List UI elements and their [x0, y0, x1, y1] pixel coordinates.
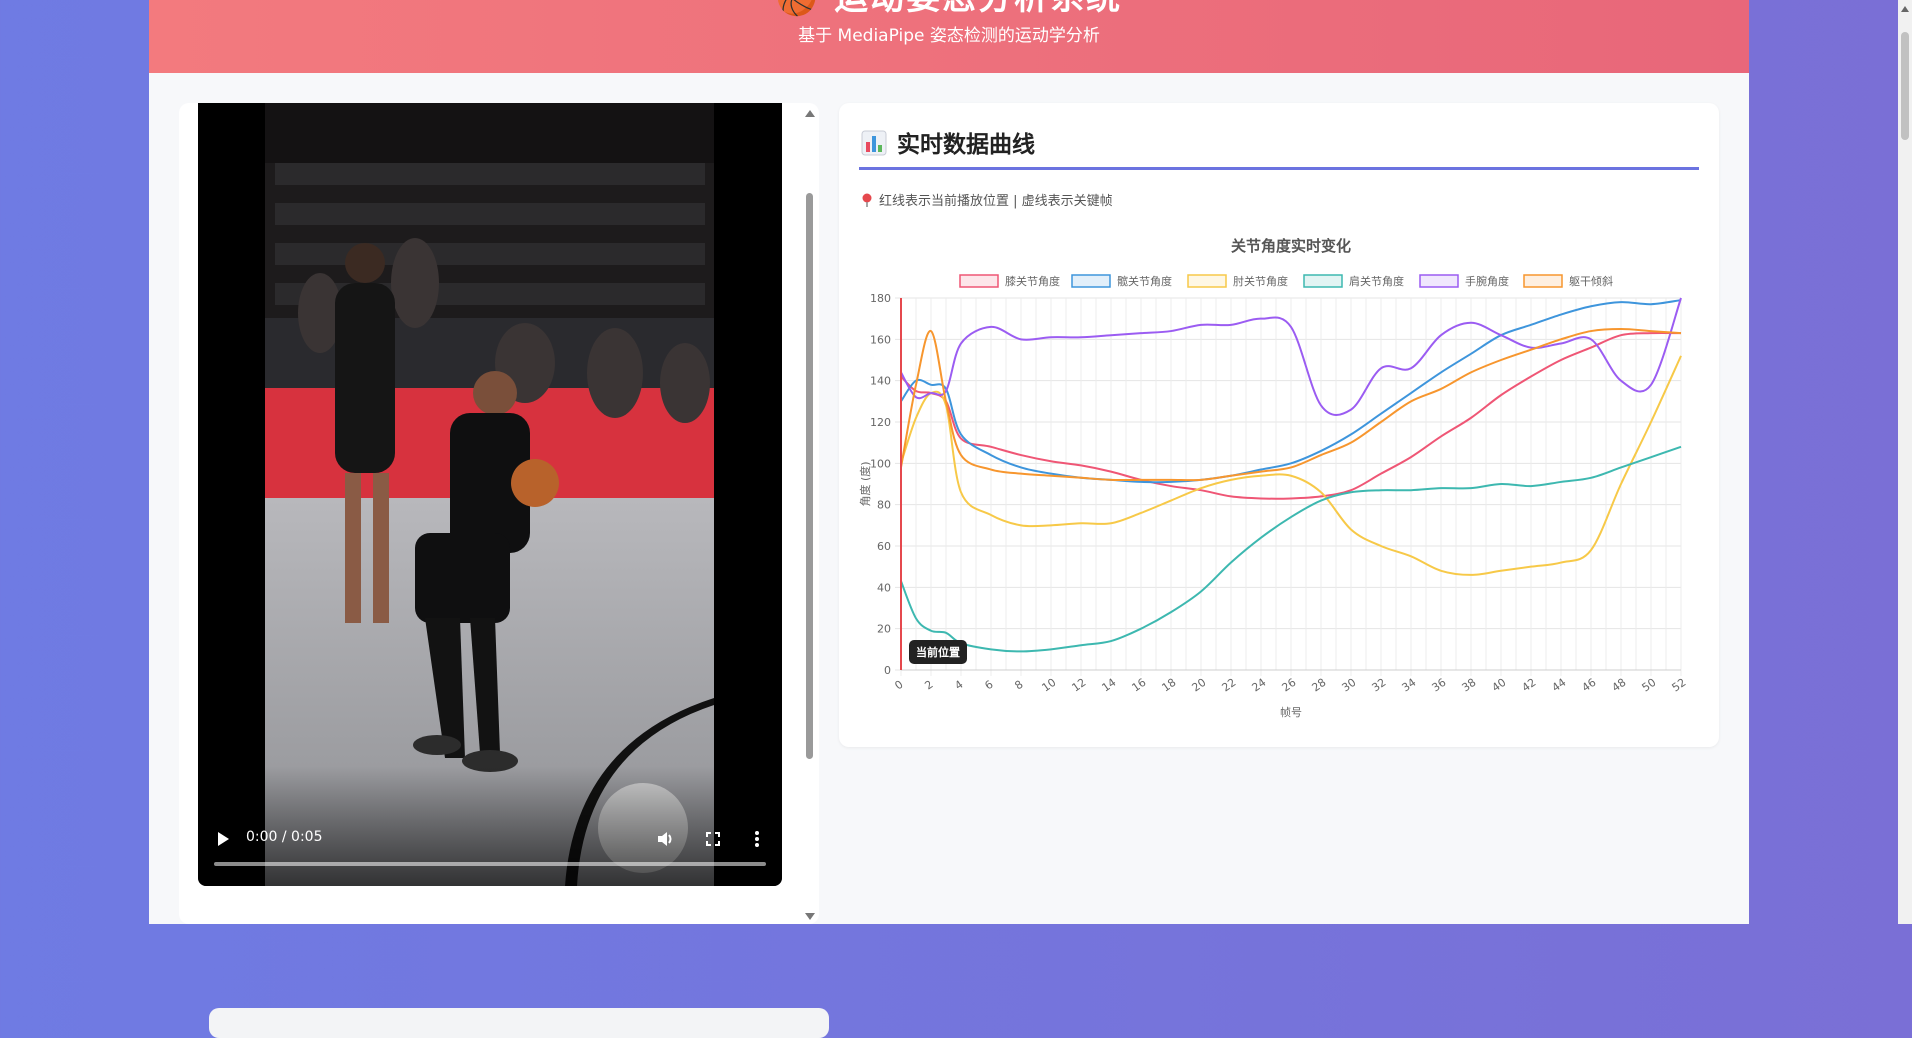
- video-panel: 0:00 / 0:05: [179, 103, 829, 1038]
- y-axis-label: 角度 (度): [858, 461, 872, 506]
- more-options-icon[interactable]: [754, 831, 760, 851]
- legend-swatch: [1523, 274, 1563, 288]
- legend-swatch: [1303, 274, 1343, 288]
- legend-label: 肘关节角度: [1233, 274, 1288, 288]
- fullscreen-icon[interactable]: [706, 832, 720, 850]
- y-tick-label: 40: [877, 581, 891, 594]
- play-icon[interactable]: [216, 831, 230, 851]
- x-tick-label: 2: [922, 678, 935, 693]
- page-subtitle: 基于 MediaPipe 姿态检测的运动学分析: [798, 26, 1100, 46]
- left-panel-scrollbar[interactable]: [803, 108, 815, 924]
- legend-swatch: [1187, 274, 1227, 288]
- x-tick-label: 30: [1340, 676, 1359, 695]
- x-tick-label: 0: [892, 678, 905, 693]
- page-scroll-thumb[interactable]: [1901, 32, 1909, 140]
- x-tick-label: 24: [1250, 676, 1269, 695]
- x-tick-label: 42: [1520, 676, 1539, 695]
- y-tick-label: 80: [877, 499, 891, 512]
- y-tick-label: 100: [870, 457, 891, 470]
- x-tick-label: 4: [952, 678, 965, 693]
- x-tick-label: 46: [1580, 676, 1599, 695]
- y-tick-label: 120: [870, 416, 891, 429]
- x-tick-label: 40: [1490, 676, 1509, 695]
- scroll-up-arrow-icon[interactable]: [805, 110, 815, 117]
- next-panel: [209, 1008, 829, 1038]
- page-header: 🏀 运动姿态分析系统 基于 MediaPipe 姿态检测的运动学分析: [149, 0, 1749, 73]
- legend-swatch: [1419, 274, 1459, 288]
- video-player[interactable]: 0:00 / 0:05: [198, 103, 782, 886]
- legend-label: 肩关节角度: [1349, 274, 1404, 288]
- x-tick-label: 38: [1460, 676, 1479, 695]
- x-tick-label: 52: [1670, 676, 1689, 695]
- x-tick-label: 34: [1400, 676, 1419, 695]
- x-tick-label: 32: [1370, 676, 1389, 695]
- video-controls-bar: [198, 766, 782, 886]
- angle-chart: 关节角度实时变化膝关节角度 髋关节角度 肘关节角度 肩关节角度 手腕角度 躯干倾斜0204…: [858, 237, 1689, 719]
- volume-icon[interactable]: [657, 831, 675, 851]
- x-tick-label: 36: [1430, 676, 1449, 695]
- page-scroll-up-icon[interactable]: [1901, 6, 1909, 12]
- y-tick-label: 180: [870, 292, 891, 305]
- scroll-down-arrow-icon[interactable]: [805, 913, 815, 920]
- x-tick-label: 50: [1640, 676, 1659, 695]
- page-scrollbar[interactable]: [1898, 0, 1912, 924]
- video-time: 0:00 / 0:05: [246, 829, 323, 845]
- x-tick-label: 6: [982, 678, 995, 693]
- x-tick-label: 26: [1280, 676, 1299, 695]
- y-tick-label: 0: [884, 664, 891, 677]
- x-tick-label: 16: [1130, 676, 1149, 695]
- legend-label: 膝关节角度: [1005, 274, 1060, 288]
- y-tick-label: 60: [877, 540, 891, 553]
- chart-panel: 实时数据曲线 红线表示当前播放位置 | 虚线表示关键帧 关节角度实时变化 膝关节角…: [839, 103, 1719, 747]
- x-axis-label: 帧号: [1280, 705, 1302, 719]
- video-progress-bar[interactable]: [214, 862, 766, 866]
- x-tick-label: 8: [1012, 678, 1025, 693]
- x-tick-label: 44: [1550, 676, 1569, 695]
- legend-swatch: [1071, 274, 1111, 288]
- x-tick-label: 28: [1310, 676, 1329, 695]
- legend-label: 手腕角度: [1465, 274, 1509, 288]
- legend-swatch: [959, 274, 999, 288]
- x-tick-label: 48: [1610, 676, 1629, 695]
- page-title: 🏀 运动姿态分析系统: [149, 0, 1749, 19]
- legend-label: 髋关节角度: [1117, 274, 1172, 288]
- y-tick-label: 160: [870, 333, 891, 346]
- y-tick-label: 20: [877, 623, 891, 636]
- x-tick-label: 18: [1160, 676, 1179, 695]
- x-tick-label: 12: [1070, 676, 1089, 695]
- x-tick-label: 20: [1190, 676, 1209, 695]
- scroll-thumb[interactable]: [806, 193, 813, 759]
- x-tick-label: 10: [1040, 676, 1059, 695]
- chart-title: 关节角度实时变化: [1231, 237, 1351, 255]
- x-tick-label: 22: [1220, 676, 1239, 695]
- x-tick-label: 14: [1100, 676, 1119, 695]
- legend-label: 躯干倾斜: [1569, 275, 1613, 288]
- app-container: 🏀 运动姿态分析系统 基于 MediaPipe 姿态检测的运动学分析: [149, 0, 1749, 1038]
- current-position-label: 当前位置: [916, 645, 960, 659]
- y-tick-label: 140: [870, 375, 891, 388]
